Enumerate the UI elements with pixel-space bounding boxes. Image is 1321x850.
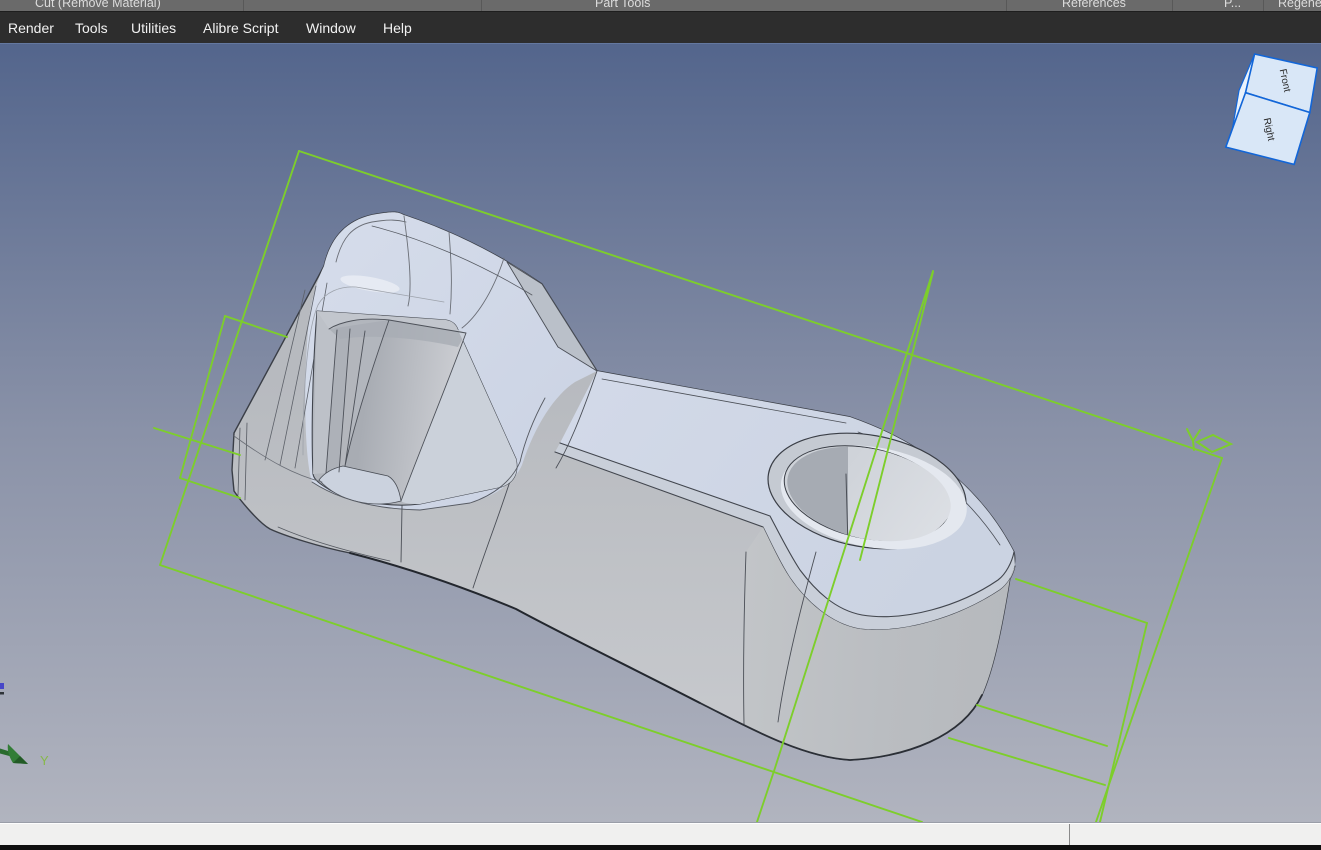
svg-text:Y: Y bbox=[40, 753, 49, 768]
